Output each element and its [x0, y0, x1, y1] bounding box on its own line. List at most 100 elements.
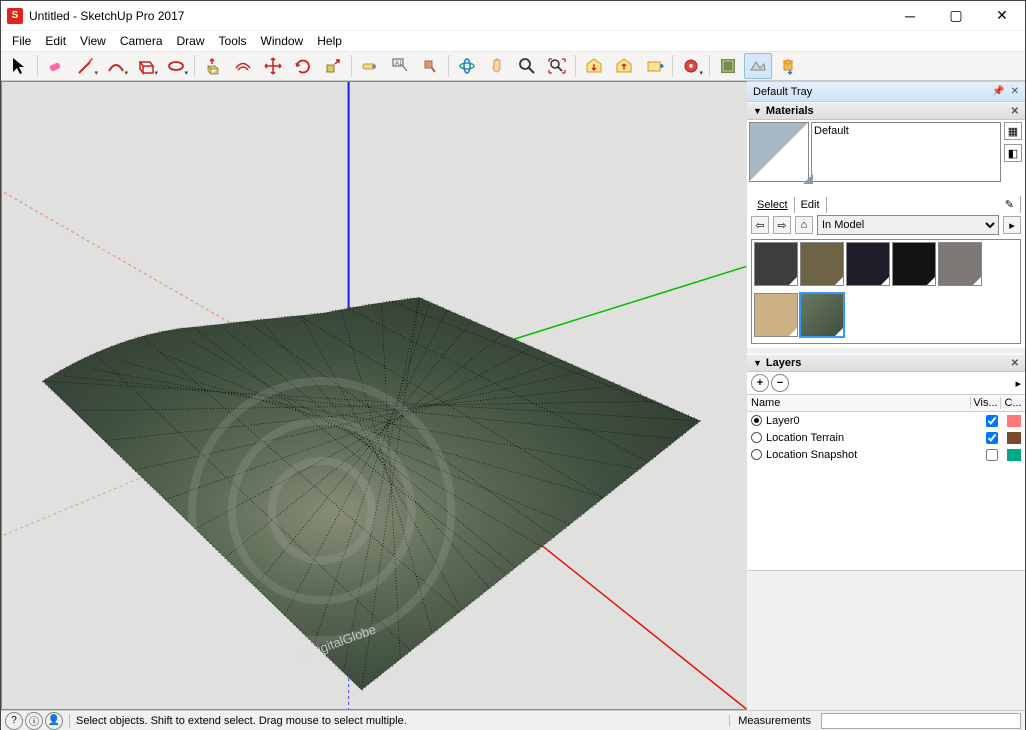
layers-header-row[interactable]: Name Vis... C...: [747, 394, 1025, 412]
materials-tab-select[interactable]: Select: [751, 197, 795, 213]
maximize-button[interactable]: ▢: [933, 1, 979, 31]
viewport[interactable]: ©DigitalGlobe: [1, 81, 747, 710]
layers-col-name[interactable]: Name: [747, 397, 971, 409]
materials-close-icon[interactable]: ✕: [1011, 106, 1019, 117]
layers-panel: + − ▸ Name Vis... C... Layer0 Location T…: [747, 372, 1025, 463]
warehouse-extension-tool[interactable]: [640, 53, 668, 79]
rotate-tool[interactable]: [289, 53, 317, 79]
collapse-icon: ▼: [753, 358, 762, 368]
status-hint: Select objects. Shift to extend select. …: [76, 715, 407, 727]
current-material-name[interactable]: Default: [811, 122, 1001, 182]
pan-tool[interactable]: [483, 53, 511, 79]
materials-tab-edit[interactable]: Edit: [795, 197, 827, 213]
layers-panel-header[interactable]: ▼ Layers ✕: [747, 354, 1025, 372]
swatch-black[interactable]: [892, 242, 936, 286]
zoom-tool[interactable]: [513, 53, 541, 79]
select-tool[interactable]: [5, 53, 33, 79]
tray-close-icon[interactable]: ✕: [1011, 86, 1019, 97]
layer-current-radio[interactable]: [751, 432, 762, 443]
layer-name[interactable]: Location Terrain: [766, 432, 977, 444]
minimize-button[interactable]: ─: [887, 1, 933, 31]
layer-name[interactable]: Location Snapshot: [766, 449, 977, 461]
menu-view[interactable]: View: [73, 32, 113, 50]
toggle-terrain-tool[interactable]: [744, 53, 772, 79]
layer-row[interactable]: Location Terrain: [747, 429, 1025, 446]
extension-manager-tool[interactable]: ▾: [677, 53, 705, 79]
materials-panel-header[interactable]: ▼ Materials ✕: [747, 102, 1025, 120]
pushpull-tool[interactable]: [199, 53, 227, 79]
layer-current-radio[interactable]: [751, 415, 762, 426]
layer-visible-checkbox[interactable]: [986, 449, 998, 461]
profile-status-icon[interactable]: 👤: [45, 712, 63, 730]
swatch-terrain-texture[interactable]: [800, 293, 844, 337]
zoom-extents-tool[interactable]: [543, 53, 571, 79]
app-icon: S: [7, 8, 23, 24]
layer-current-radio[interactable]: [751, 449, 762, 460]
orbit-tool[interactable]: [453, 53, 481, 79]
materials-title: Materials: [766, 105, 814, 117]
forward-button[interactable]: ⇨: [773, 216, 791, 234]
credits-status-icon[interactable]: ⓘ: [25, 712, 43, 730]
menu-draw[interactable]: Draw: [170, 32, 212, 50]
pin-icon[interactable]: 📌: [992, 86, 1004, 97]
warehouse-send-tool[interactable]: [610, 53, 638, 79]
warehouse-get-tool[interactable]: [580, 53, 608, 79]
measurements-input[interactable]: [821, 713, 1021, 729]
line-tool[interactable]: ▾: [72, 53, 100, 79]
layer-color[interactable]: [1007, 432, 1021, 444]
rectangle-tool[interactable]: ▾: [132, 53, 160, 79]
text-tool[interactable]: A1: [386, 53, 414, 79]
swatch-tan[interactable]: [754, 293, 798, 337]
svg-text:A1: A1: [395, 61, 403, 67]
menu-file[interactable]: File: [5, 32, 38, 50]
geo-status-icon[interactable]: ?: [5, 712, 23, 730]
eraser-tool[interactable]: [42, 53, 70, 79]
home-button[interactable]: ⌂: [795, 216, 813, 234]
menu-window[interactable]: Window: [254, 32, 311, 50]
photo-textures-tool[interactable]: [774, 53, 802, 79]
material-library-select[interactable]: In Model: [817, 215, 999, 235]
move-tool[interactable]: [259, 53, 287, 79]
layers-col-visible[interactable]: Vis...: [971, 397, 1001, 409]
layer-row[interactable]: Layer0: [747, 412, 1025, 429]
default-material-icon[interactable]: ◧: [1004, 144, 1022, 162]
tray-title: Default Tray: [753, 86, 812, 98]
swatch-gray[interactable]: [938, 242, 982, 286]
close-button[interactable]: ✕: [979, 1, 1025, 31]
layer-color[interactable]: [1007, 415, 1021, 427]
arc-tool[interactable]: ▾: [102, 53, 130, 79]
create-material-icon[interactable]: ▦: [1004, 122, 1022, 140]
back-button[interactable]: ⇦: [751, 216, 769, 234]
paint-tool[interactable]: [416, 53, 444, 79]
layers-close-icon[interactable]: ✕: [1011, 358, 1019, 369]
layer-visible-checkbox[interactable]: [986, 415, 998, 427]
statusbar: ? ⓘ 👤 Select objects. Shift to extend se…: [1, 710, 1025, 730]
layers-menu-button[interactable]: ▸: [1015, 377, 1021, 390]
current-material-preview[interactable]: [749, 122, 809, 182]
eyedropper-icon[interactable]: ✎: [999, 196, 1021, 213]
menu-tools[interactable]: Tools: [212, 32, 254, 50]
scale-tool[interactable]: [319, 53, 347, 79]
menu-edit[interactable]: Edit: [38, 32, 73, 50]
tray-header[interactable]: Default Tray 📌 ✕: [747, 82, 1025, 102]
menubar: File Edit View Camera Draw Tools Window …: [1, 31, 1025, 51]
swatch-olive[interactable]: [800, 242, 844, 286]
collapse-icon: ▼: [753, 106, 762, 116]
layer-visible-checkbox[interactable]: [986, 432, 998, 444]
menu-help[interactable]: Help: [310, 32, 349, 50]
geo-location-tool[interactable]: [714, 53, 742, 79]
layers-col-color[interactable]: C...: [1001, 397, 1025, 409]
swatch-navy-dark[interactable]: [846, 242, 890, 286]
remove-layer-button[interactable]: −: [771, 374, 789, 392]
add-layer-button[interactable]: +: [751, 374, 769, 392]
tape-tool[interactable]: [356, 53, 384, 79]
layer-name[interactable]: Layer0: [766, 415, 977, 427]
layer-row[interactable]: Location Snapshot: [747, 446, 1025, 463]
details-button[interactable]: ▸: [1003, 216, 1021, 234]
swatch-dark-gray[interactable]: [754, 242, 798, 286]
offset-tool[interactable]: [229, 53, 257, 79]
material-swatches: [751, 239, 1021, 344]
layer-color[interactable]: [1007, 449, 1021, 461]
circle-tool[interactable]: ▾: [162, 53, 190, 79]
menu-camera[interactable]: Camera: [113, 32, 170, 50]
